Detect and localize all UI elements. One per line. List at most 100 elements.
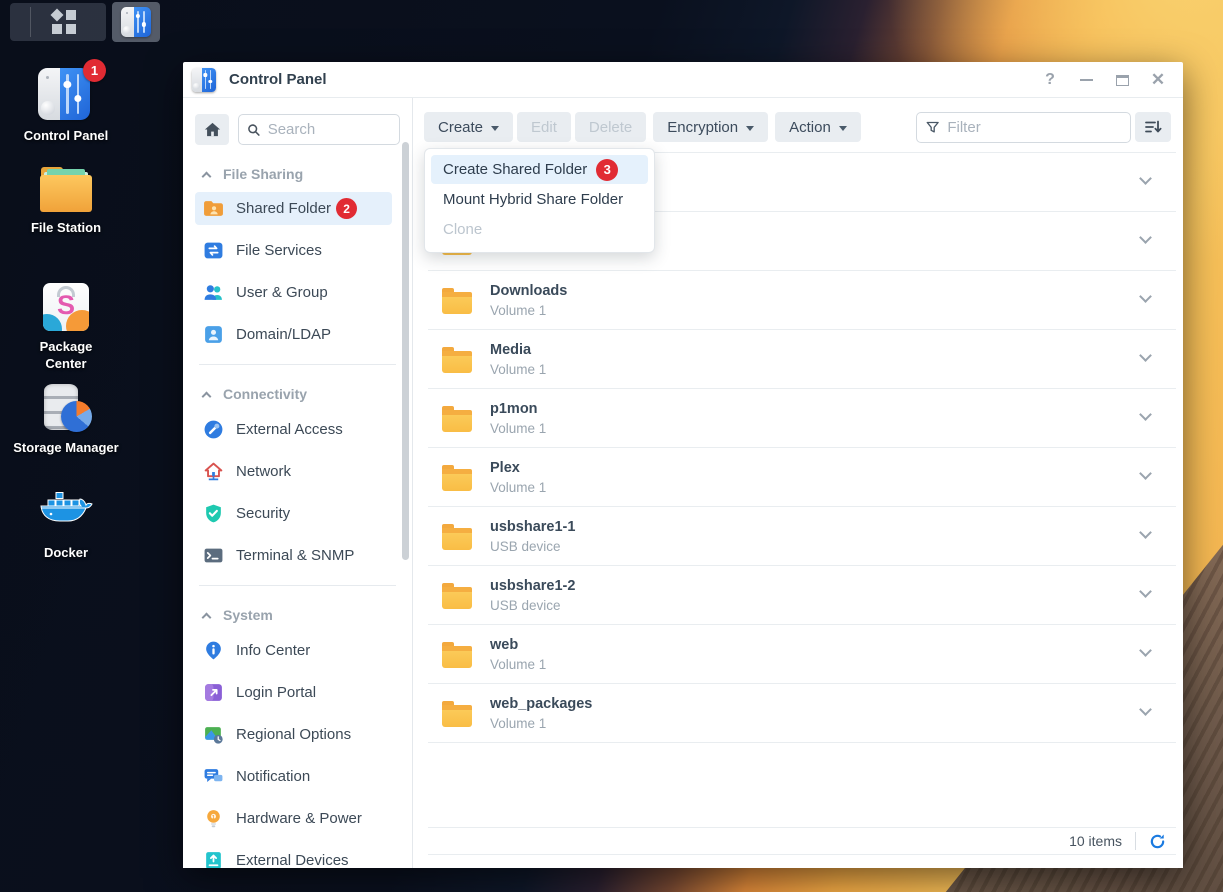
desktop-icon-label: Control Panel — [6, 127, 126, 144]
expand-chevron-icon[interactable] — [1139, 349, 1152, 362]
sidebar-item-security[interactable]: Security — [195, 497, 392, 530]
desktop-icon-label: File Station — [6, 219, 126, 236]
chevron-down-icon — [491, 126, 499, 131]
search-icon — [247, 122, 261, 138]
encryption-button[interactable]: Encryption — [653, 112, 768, 142]
folder-row[interactable]: web Volume 1 — [428, 625, 1176, 684]
expand-chevron-icon[interactable] — [1139, 526, 1152, 539]
folder-row[interactable]: Downloads Volume 1 — [428, 271, 1176, 330]
sidebar-item-hardware-power[interactable]: 1 Hardware & Power — [195, 802, 392, 835]
menu-item-create-shared-folder[interactable]: Create Shared Folder 3 — [431, 155, 648, 184]
expand-chevron-icon[interactable] — [1139, 290, 1152, 303]
chevron-up-icon — [202, 612, 212, 622]
expand-chevron-icon[interactable] — [1139, 585, 1152, 598]
sidebar-item-label: External Devices — [236, 852, 349, 868]
folder-row[interactable]: usbshare1-1 USB device — [428, 507, 1176, 566]
expand-chevron-icon[interactable] — [1139, 231, 1152, 244]
chevron-down-icon — [839, 126, 847, 131]
filter-input[interactable] — [947, 119, 1121, 136]
window-titlebar[interactable]: Control Panel ? ✕ — [183, 62, 1183, 98]
sidebar-item-network[interactable]: Network — [195, 455, 392, 488]
sidebar-item-file-services[interactable]: File Services — [195, 234, 392, 267]
sidebar-item-terminal-snmp[interactable]: Terminal & SNMP — [195, 539, 392, 572]
desktop-icon-file-station[interactable]: File Station — [6, 166, 126, 236]
desktop-icon-package-center[interactable]: S Package Center — [6, 283, 126, 372]
desktop: 1 Control Panel File Station S Package C… — [0, 0, 1223, 892]
expand-chevron-icon[interactable] — [1139, 644, 1152, 657]
folder-row[interactable]: usbshare1-2 USB device — [428, 566, 1176, 625]
folder-row[interactable]: p1mon Volume 1 — [428, 389, 1176, 448]
sidebar-item-login-portal[interactable]: Login Portal — [195, 676, 392, 709]
create-dropdown-menu: Create Shared Folder 3 Mount Hybrid Shar… — [424, 148, 655, 253]
folder-location: USB device — [490, 598, 575, 613]
window-title: Control Panel — [229, 71, 327, 88]
help-button[interactable]: ? — [1039, 69, 1061, 91]
section-system[interactable]: System — [203, 606, 396, 624]
section-label: System — [223, 607, 273, 623]
expand-chevron-icon[interactable] — [1139, 172, 1152, 185]
folder-name: Downloads — [490, 282, 567, 300]
sidebar-item-regional-options[interactable]: Regional Options — [195, 718, 392, 751]
taskbar-control-panel-button[interactable] — [112, 2, 160, 42]
sidebar-item-domain-ldap[interactable]: Domain/LDAP — [195, 318, 392, 351]
home-icon — [203, 120, 222, 139]
sidebar-scrollbar[interactable] — [402, 142, 409, 560]
taskbar-launcher-panel[interactable] — [10, 3, 106, 41]
sidebar-item-notification[interactable]: Notification — [195, 760, 392, 793]
status-bar: 10 items — [428, 827, 1176, 855]
home-button[interactable] — [195, 114, 229, 145]
minimize-button[interactable] — [1075, 69, 1097, 91]
sidebar-item-external-devices[interactable]: External Devices — [195, 844, 392, 868]
refresh-button[interactable] — [1149, 833, 1172, 850]
search-input[interactable] — [268, 121, 391, 138]
action-button[interactable]: Action — [775, 112, 861, 142]
section-connectivity[interactable]: Connectivity — [203, 385, 396, 403]
menu-item-mount-hybrid-share-folder[interactable]: Mount Hybrid Share Folder — [431, 185, 648, 214]
maximize-button[interactable] — [1111, 69, 1133, 91]
control-panel-icon — [38, 68, 90, 120]
folder-location: Volume 1 — [490, 480, 546, 495]
sidebar-item-user-group[interactable]: User & Group — [195, 276, 392, 309]
desktop-icon-label: Package Center — [24, 338, 108, 372]
desktop-icon-storage-manager[interactable]: Storage Manager — [6, 384, 126, 456]
menu-item-clone: Clone — [431, 215, 648, 244]
folder-icon — [442, 646, 472, 668]
section-file-sharing[interactable]: File Sharing — [203, 165, 396, 183]
expand-chevron-icon[interactable] — [1139, 408, 1152, 421]
step-badge: 2 — [336, 198, 357, 219]
expand-chevron-icon[interactable] — [1139, 703, 1152, 716]
delete-button: Delete — [575, 112, 646, 142]
folder-row[interactable]: Media Volume 1 — [428, 330, 1176, 389]
sidebar-item-label: Hardware & Power — [236, 810, 362, 827]
sidebar-search[interactable] — [238, 114, 400, 145]
folder-name: p1mon — [490, 400, 546, 418]
app-launcher-grid-icon[interactable] — [52, 10, 76, 34]
folder-row[interactable]: Plex Volume 1 — [428, 448, 1176, 507]
folder-name: usbshare1-1 — [490, 518, 575, 536]
close-button[interactable]: ✕ — [1147, 69, 1169, 91]
section-label: Connectivity — [223, 386, 307, 402]
shared-folder-icon — [203, 198, 224, 219]
filter-field[interactable] — [916, 112, 1131, 143]
chevron-down-icon — [746, 126, 754, 131]
expand-chevron-icon[interactable] — [1139, 467, 1152, 480]
folder-icon — [442, 410, 472, 432]
sidebar-item-info-center[interactable]: Info Center — [195, 634, 392, 667]
control-panel-icon — [121, 7, 151, 37]
folder-name: web — [490, 636, 546, 654]
desktop-icon-control-panel[interactable]: 1 Control Panel — [6, 68, 126, 144]
desktop-icon-docker[interactable]: Docker — [6, 490, 126, 561]
sort-button[interactable] — [1135, 112, 1171, 142]
sidebar: File Sharing Shared Folder 2 File Servic… — [183, 98, 413, 868]
sidebar-divider — [199, 585, 396, 586]
folder-location: Volume 1 — [490, 303, 567, 318]
create-button[interactable]: Create — [424, 112, 513, 142]
sidebar-item-shared-folder[interactable]: Shared Folder 2 — [195, 192, 392, 225]
sidebar-item-external-access[interactable]: External Access — [195, 413, 392, 446]
security-shield-icon — [203, 503, 224, 524]
folder-name: web_packages — [490, 695, 592, 713]
folder-row[interactable]: web_packages Volume 1 — [428, 684, 1176, 743]
sidebar-item-label: Notification — [236, 768, 310, 785]
folder-icon — [442, 705, 472, 727]
sidebar-item-label: Login Portal — [236, 684, 316, 701]
